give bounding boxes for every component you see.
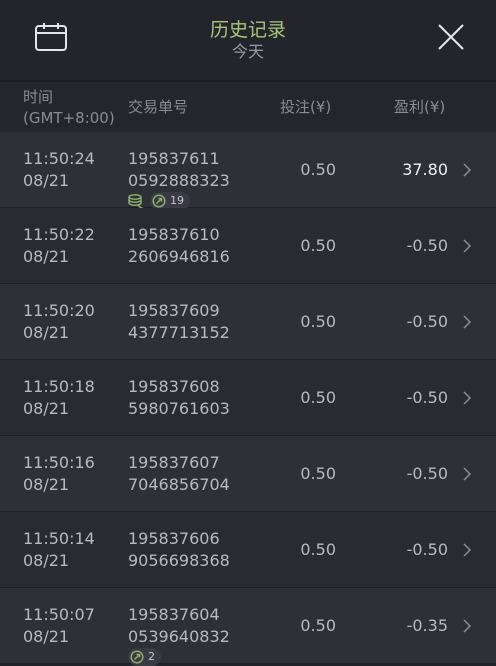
chevron-right-icon (463, 315, 472, 329)
title-block: 历史记录 今天 (0, 18, 496, 62)
column-headers: 时间 (GMT+8:00) 交易单号 投注(¥) 盈利(¥) (0, 82, 496, 132)
row-date: 08/21 (23, 551, 70, 570)
row-bet: 0.50 (300, 616, 336, 635)
row-date: 08/21 (23, 247, 70, 266)
free-spin-badge: 2 (128, 648, 161, 666)
row-profit: -0.50 (406, 540, 448, 559)
column-header-bet: 投注(¥) (280, 98, 332, 116)
history-row[interactable]: 11:50:22 08/21 195837610 2606946816 0.50… (0, 208, 496, 284)
row-time: 11:50:14 (23, 529, 95, 548)
row-profit: -0.50 (406, 236, 448, 255)
row-bet: 0.50 (300, 236, 336, 255)
page-title: 历史记录 (209, 19, 286, 41)
row-profit: 37.80 (402, 160, 448, 179)
page-subtitle: 今天 (231, 42, 264, 61)
chevron-right-icon (463, 163, 472, 177)
row-order-id-part1: 195837609 (128, 301, 220, 320)
column-header-order-id: 交易单号 (128, 98, 189, 116)
row-bet: 0.50 (300, 540, 336, 559)
coins-icon (128, 194, 143, 209)
row-bet: 0.50 (300, 160, 336, 179)
row-bet: 0.50 (300, 312, 336, 331)
history-row[interactable]: 11:50:16 08/21 195837607 7046856704 0.50… (0, 436, 496, 512)
history-row[interactable]: 11:50:07 08/21 195837604 0539640832 0.50… (0, 588, 496, 666)
column-header-time: 时间 (GMT+8:00) (23, 88, 115, 127)
row-profit: -0.50 (406, 464, 448, 483)
chevron-right-icon (463, 239, 472, 253)
column-header-profit: 盈利(¥) (394, 98, 446, 116)
row-time: 11:50:24 (23, 149, 95, 168)
spin-icon (152, 194, 166, 208)
row-time: 11:50:07 (23, 605, 95, 624)
chevron-right-icon (463, 391, 472, 405)
spin-count: 19 (170, 194, 184, 207)
row-profit: -0.35 (406, 616, 448, 635)
row-order-id-part2: 9056698368 (128, 551, 230, 570)
row-order-id-part2: 2606946816 (128, 247, 230, 266)
row-date: 08/21 (23, 627, 70, 646)
row-time: 11:50:22 (23, 225, 95, 244)
row-order-id-part2: 4377713152 (128, 323, 230, 342)
history-row[interactable]: 11:50:20 08/21 195837609 4377713152 0.50… (0, 284, 496, 360)
history-list: 11:50:24 08/21 195837611 0592888323 0.50… (0, 132, 496, 666)
close-icon[interactable] (436, 22, 466, 52)
row-date: 08/21 (23, 475, 70, 494)
row-order-id-part2: 5980761603 (128, 399, 230, 418)
row-order-id-part1: 195837610 (128, 225, 220, 244)
chevron-right-icon (463, 467, 472, 481)
row-order-id-part2: 0539640832 (128, 627, 230, 646)
history-row[interactable]: 11:50:24 08/21 195837611 0592888323 0.50… (0, 132, 496, 210)
row-bet: 0.50 (300, 388, 336, 407)
row-time: 11:50:18 (23, 377, 95, 396)
row-profit: -0.50 (406, 312, 448, 331)
spin-count: 2 (148, 650, 155, 663)
row-order-id-part2: 0592888323 (128, 171, 230, 190)
row-date: 08/21 (23, 399, 70, 418)
row-order-id-part2: 7046856704 (128, 475, 230, 494)
row-profit: -0.50 (406, 388, 448, 407)
row-date: 08/21 (23, 171, 70, 190)
row-time: 11:50:16 (23, 453, 95, 472)
row-badges: 2 (128, 648, 161, 666)
row-date: 08/21 (23, 323, 70, 342)
row-order-id-part1: 195837606 (128, 529, 220, 548)
row-order-id-part1: 195837607 (128, 453, 220, 472)
header: 历史记录 今天 (0, 0, 496, 82)
spin-icon (130, 650, 144, 664)
history-row[interactable]: 11:50:18 08/21 195837608 5980761603 0.50… (0, 360, 496, 436)
row-order-id-part1: 195837611 (128, 149, 220, 168)
chevron-right-icon (463, 543, 472, 557)
history-row[interactable]: 11:50:14 08/21 195837606 9056698368 0.50… (0, 512, 496, 588)
row-order-id-part1: 195837608 (128, 377, 220, 396)
row-order-id-part1: 195837604 (128, 605, 220, 624)
chevron-right-icon (463, 619, 472, 633)
row-bet: 0.50 (300, 464, 336, 483)
row-time: 11:50:20 (23, 301, 95, 320)
